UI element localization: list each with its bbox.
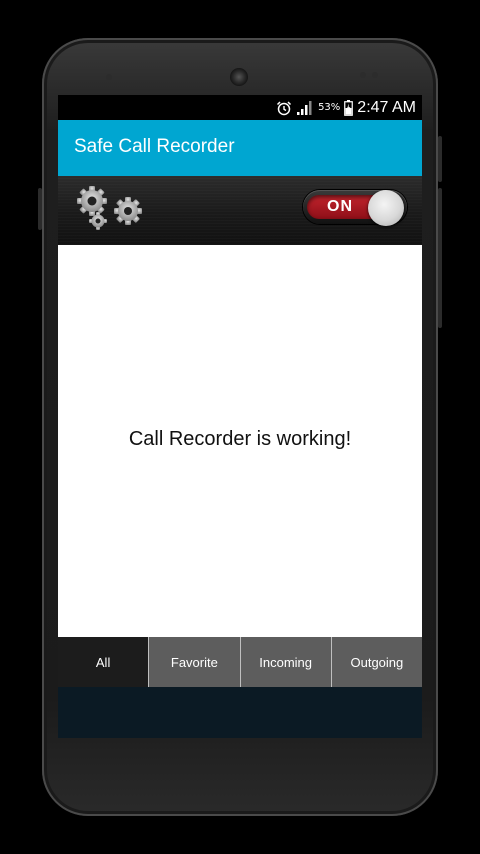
status-bar: 53% 2:47 AM: [58, 95, 422, 120]
recorder-toggle[interactable]: ON: [303, 190, 407, 226]
phone-screen: 53% 2:47 AM Safe Call Recorder ON Call R…: [58, 95, 422, 738]
recorder-toolbar: ON: [58, 176, 422, 245]
power-button: [438, 136, 442, 182]
tab-all[interactable]: All: [58, 637, 149, 687]
battery-icon: [344, 99, 354, 116]
light-sensor: [372, 72, 378, 78]
toggle-label: ON: [327, 198, 353, 215]
toggle-knob[interactable]: [368, 190, 404, 226]
alarm-icon: [276, 100, 292, 116]
gears-icon[interactable]: [70, 185, 154, 235]
status-message: Call Recorder is working!: [128, 428, 352, 450]
app-title: Safe Call Recorder: [74, 136, 235, 157]
recordings-list-area: [58, 687, 422, 738]
status-clock: 2:47 AM: [357, 98, 416, 116]
battery-percent: 53%: [318, 102, 341, 113]
filter-tabs: All Favorite Incoming Outgoing: [58, 637, 422, 687]
proximity-sensor: [360, 72, 366, 78]
tab-favorite[interactable]: Favorite: [148, 637, 240, 687]
side-button: [438, 188, 442, 328]
app-bar: Safe Call Recorder: [58, 120, 422, 176]
tab-incoming[interactable]: Incoming: [239, 637, 331, 687]
signal-icon: [296, 100, 314, 116]
camera-sensor: [106, 74, 112, 80]
earpiece-speaker: [230, 68, 248, 86]
tab-outgoing[interactable]: Outgoing: [330, 637, 422, 687]
volume-button: [38, 188, 42, 230]
